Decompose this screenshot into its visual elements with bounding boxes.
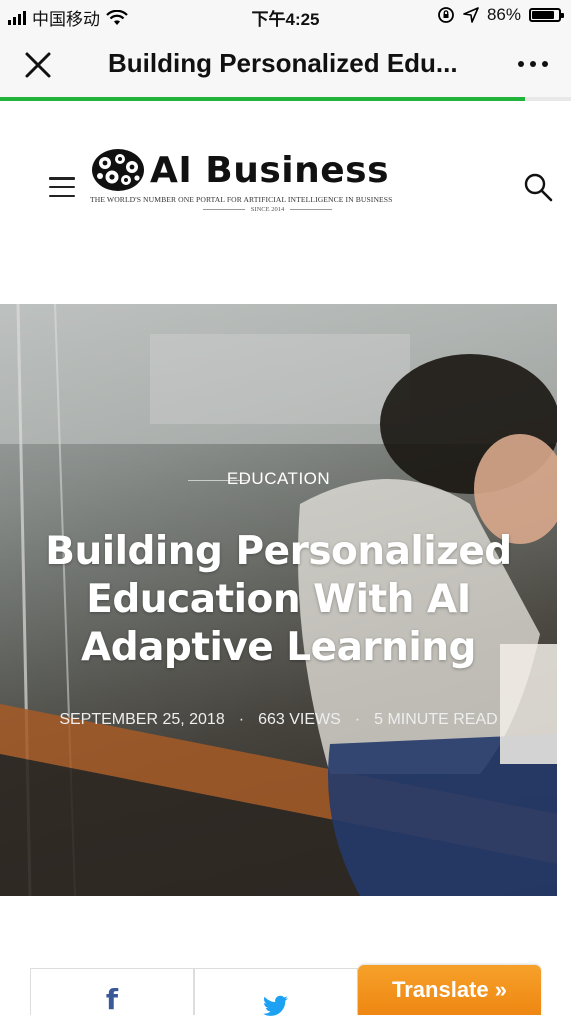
battery-fill xyxy=(532,11,555,19)
site-logo[interactable]: AI Business THE WORLD'S NUMBER ONE PORTA… xyxy=(90,147,450,227)
more-options-icon[interactable] xyxy=(513,56,553,72)
article-read-time: 5 MINUTE READ xyxy=(374,711,498,728)
article-meta: SEPTEMBER 25, 2018 · 663 VIEWS · 5 MINUTE RE… xyxy=(0,711,557,729)
rotation-lock-icon xyxy=(438,7,454,23)
battery-percent: 86% xyxy=(486,5,521,24)
article-hero[interactable]: EDUCATION Building Personalized Educatio… xyxy=(0,304,557,896)
meta-separator: · xyxy=(354,711,361,728)
hero-text: EDUCATION Building Personalized Educatio… xyxy=(0,304,557,896)
twitter-share-button[interactable] xyxy=(194,968,358,1016)
search-icon[interactable] xyxy=(522,171,554,203)
close-icon[interactable] xyxy=(22,49,54,81)
brain-gears-icon xyxy=(92,149,144,191)
twitter-icon xyxy=(263,995,288,1016)
translate-button[interactable]: Translate » xyxy=(358,965,541,1015)
site-header: AI Business THE WORLD'S NUMBER ONE PORTA… xyxy=(0,101,571,301)
status-right: 86% xyxy=(437,5,564,25)
logo-tagline: THE WORLD'S NUMBER ONE PORTAL FOR ARTIFI… xyxy=(90,195,393,204)
article-title: Building Personalized Education With AI … xyxy=(45,529,512,670)
facebook-icon: f xyxy=(105,982,119,1016)
logo-text: AI Business xyxy=(150,149,390,191)
article-category[interactable]: EDUCATION xyxy=(0,469,557,489)
status-bar: 中国移动 下午4:25 86% xyxy=(0,0,571,32)
page-title: Building Personalized Edu... xyxy=(108,48,458,78)
meta-separator: · xyxy=(238,711,245,728)
logo-since: SINCE 2014 xyxy=(90,206,445,213)
browser-nav-bar: Building Personalized Edu... xyxy=(0,32,571,97)
article-date: SEPTEMBER 25, 2018 xyxy=(59,711,225,728)
since-label: SINCE 2014 xyxy=(250,206,285,213)
facebook-share-button[interactable]: f xyxy=(30,968,194,1016)
battery-icon xyxy=(529,8,564,22)
location-icon xyxy=(463,7,479,23)
article-views: 663 VIEWS xyxy=(258,711,341,728)
menu-icon[interactable] xyxy=(49,177,75,197)
